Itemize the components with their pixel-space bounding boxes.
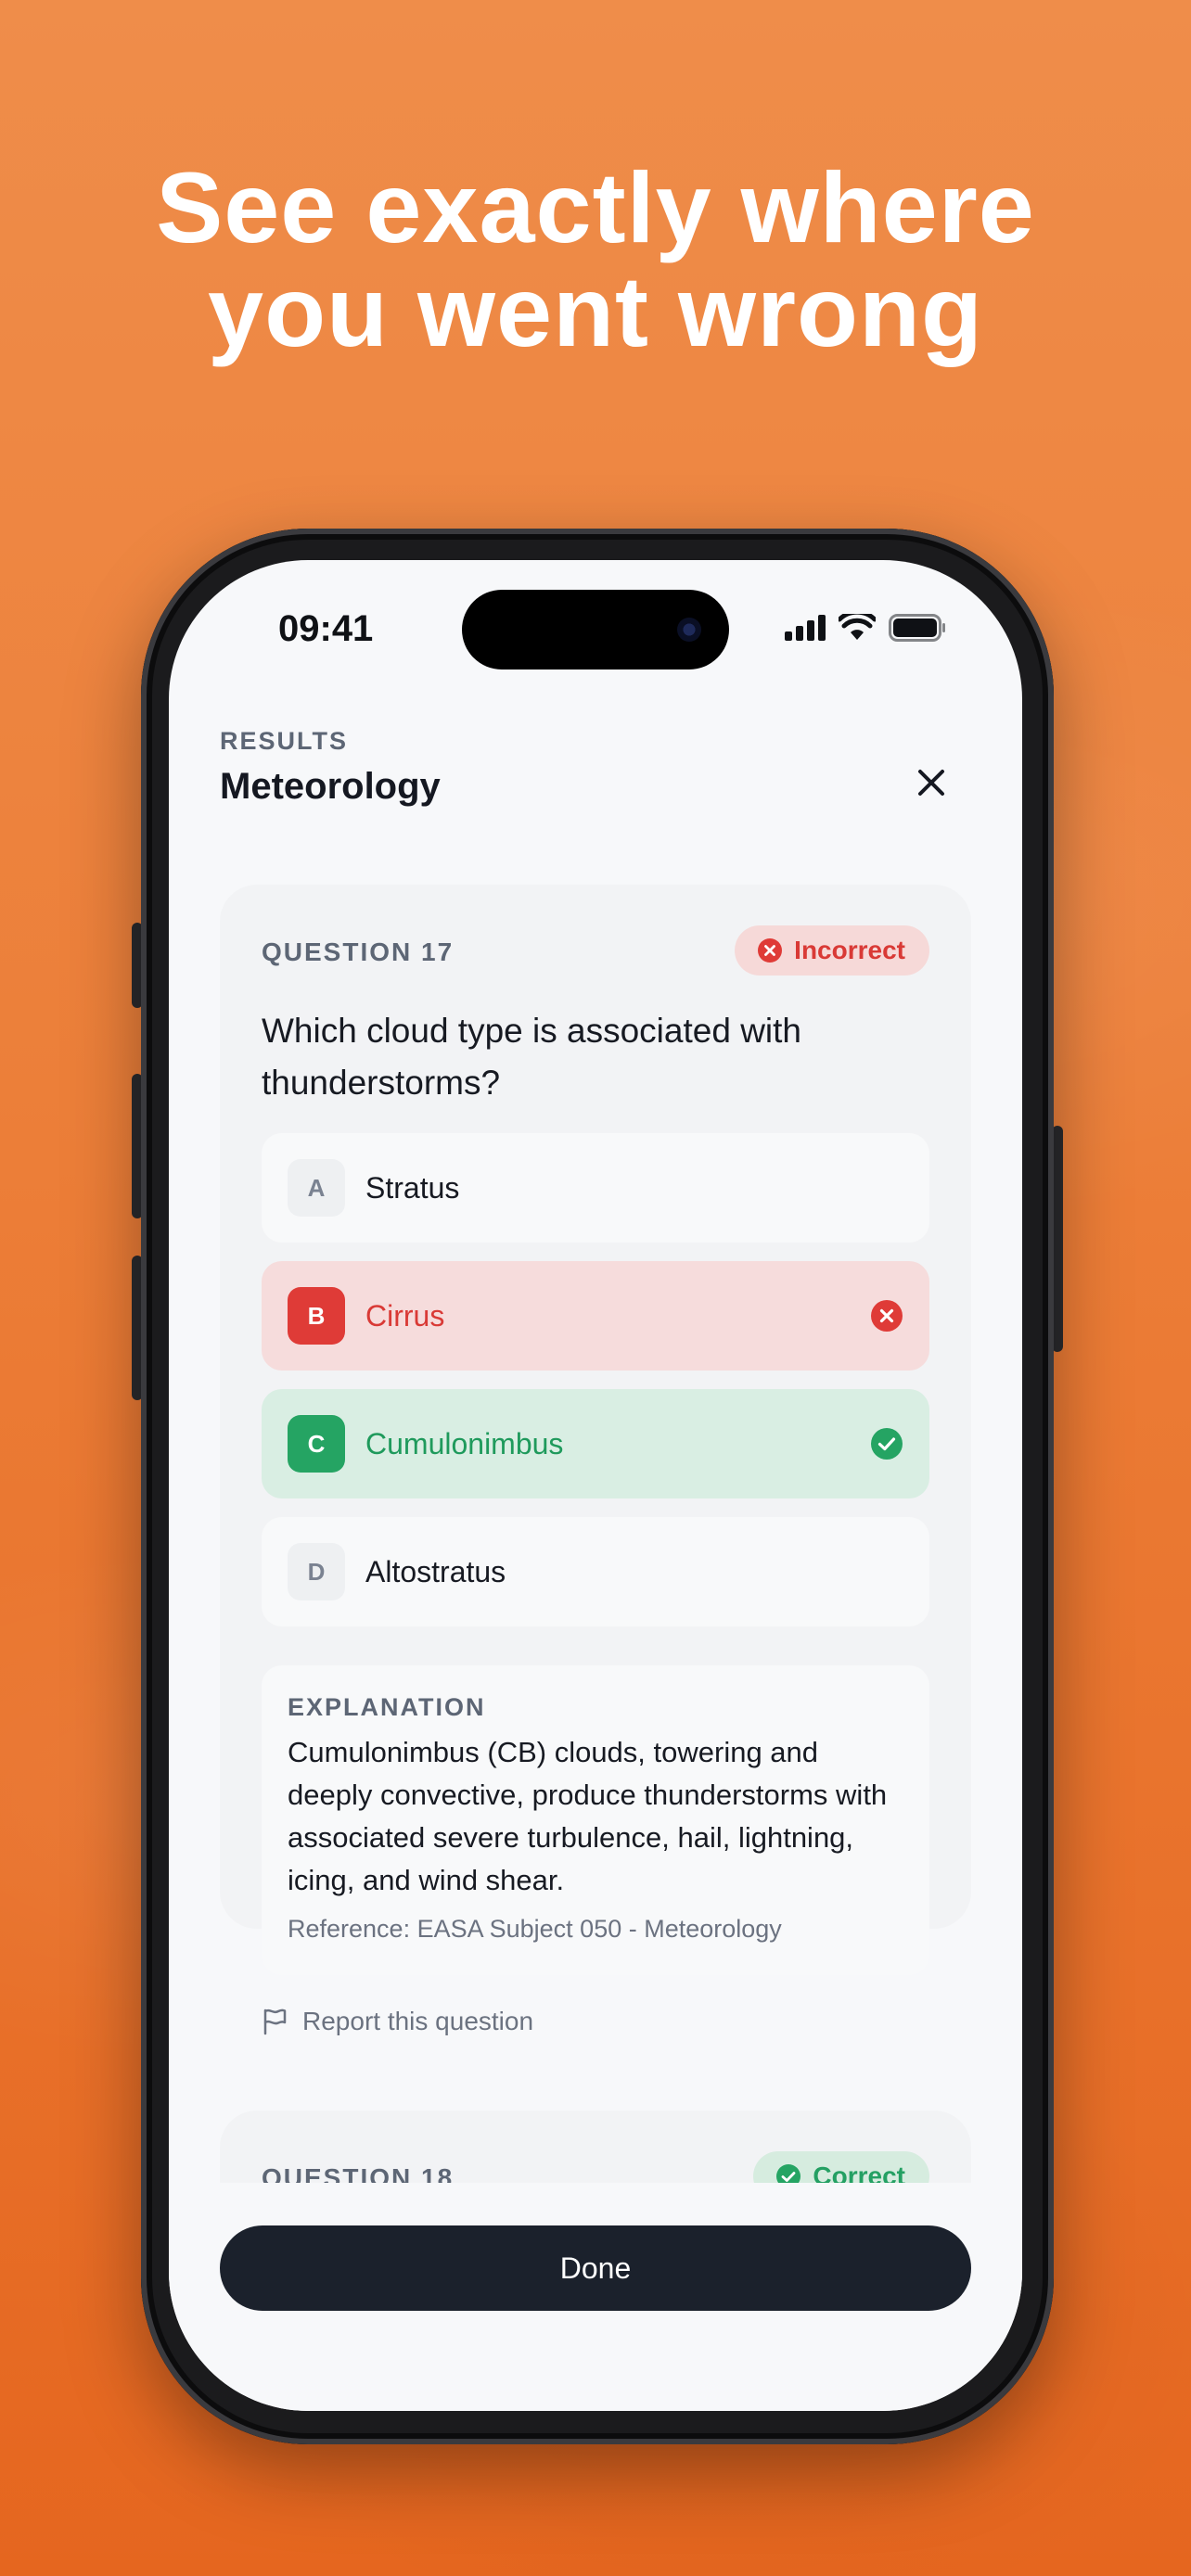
explanation-text: Cumulonimbus (CB) clouds, towering and d… (288, 1736, 888, 1896)
headline-line-2: you went wrong (208, 255, 983, 367)
option-text: Stratus (365, 1170, 460, 1205)
check-circle-icon (871, 1428, 903, 1460)
badge-label: Incorrect (794, 936, 905, 964)
report-label: Report this question (302, 2007, 534, 2035)
signal-icon (785, 615, 826, 641)
question-text: Which cloud type is associated with thun… (262, 1012, 801, 1102)
answer-option-c[interactable]: C Cumulonimbus (262, 1389, 929, 1498)
home-indicator (466, 2381, 725, 2391)
close-icon (918, 770, 944, 796)
battery-icon (889, 614, 945, 642)
explanation-reference: Reference: EASA Subject 050 - Meteorolog… (288, 1915, 782, 1943)
option-text: Cirrus (365, 1298, 445, 1333)
done-button[interactable]: Done (220, 2225, 971, 2311)
report-question-link[interactable]: Report this question (262, 2007, 533, 2036)
answer-option-b[interactable]: B Cirrus (262, 1261, 929, 1371)
option-letter: C (288, 1415, 345, 1473)
flag-icon (263, 2009, 287, 2035)
option-text: Cumulonimbus (365, 1426, 564, 1460)
answer-option-a[interactable]: A Stratus (262, 1133, 929, 1243)
option-text: Altostratus (365, 1554, 506, 1588)
wifi-icon (839, 614, 876, 640)
marketing-headline: See exactly where you went wrong (0, 156, 1191, 363)
status-time: 09:41 (278, 608, 374, 649)
front-camera-icon (677, 618, 701, 642)
results-kicker: RESULTS (220, 727, 349, 755)
question-card: QUESTION 17 Incorrect Which cloud type i… (220, 885, 971, 2035)
headline-line-1: See exactly where (156, 151, 1035, 263)
status-badge-incorrect: Incorrect (735, 925, 929, 976)
x-circle-icon (871, 1300, 903, 1332)
x-circle-icon (758, 938, 783, 963)
question-number: QUESTION 17 (262, 937, 455, 966)
phone-screen: 09:41 RESULTS Meteorology QUESTION 17 In… (169, 560, 1022, 2411)
status-icons (785, 614, 946, 642)
dynamic-island (462, 590, 729, 670)
explanation-kicker: EXPLANATION (288, 1693, 486, 1721)
page-title: Meteorology (220, 766, 441, 807)
option-letter: A (288, 1159, 345, 1217)
close-button[interactable] (907, 759, 955, 807)
answer-option-d[interactable]: D Altostratus (262, 1517, 929, 1626)
option-letter: B (288, 1287, 345, 1345)
explanation-panel: EXPLANATION Cumulonimbus (CB) clouds, to… (262, 1665, 929, 1975)
option-letter: D (288, 1543, 345, 1600)
